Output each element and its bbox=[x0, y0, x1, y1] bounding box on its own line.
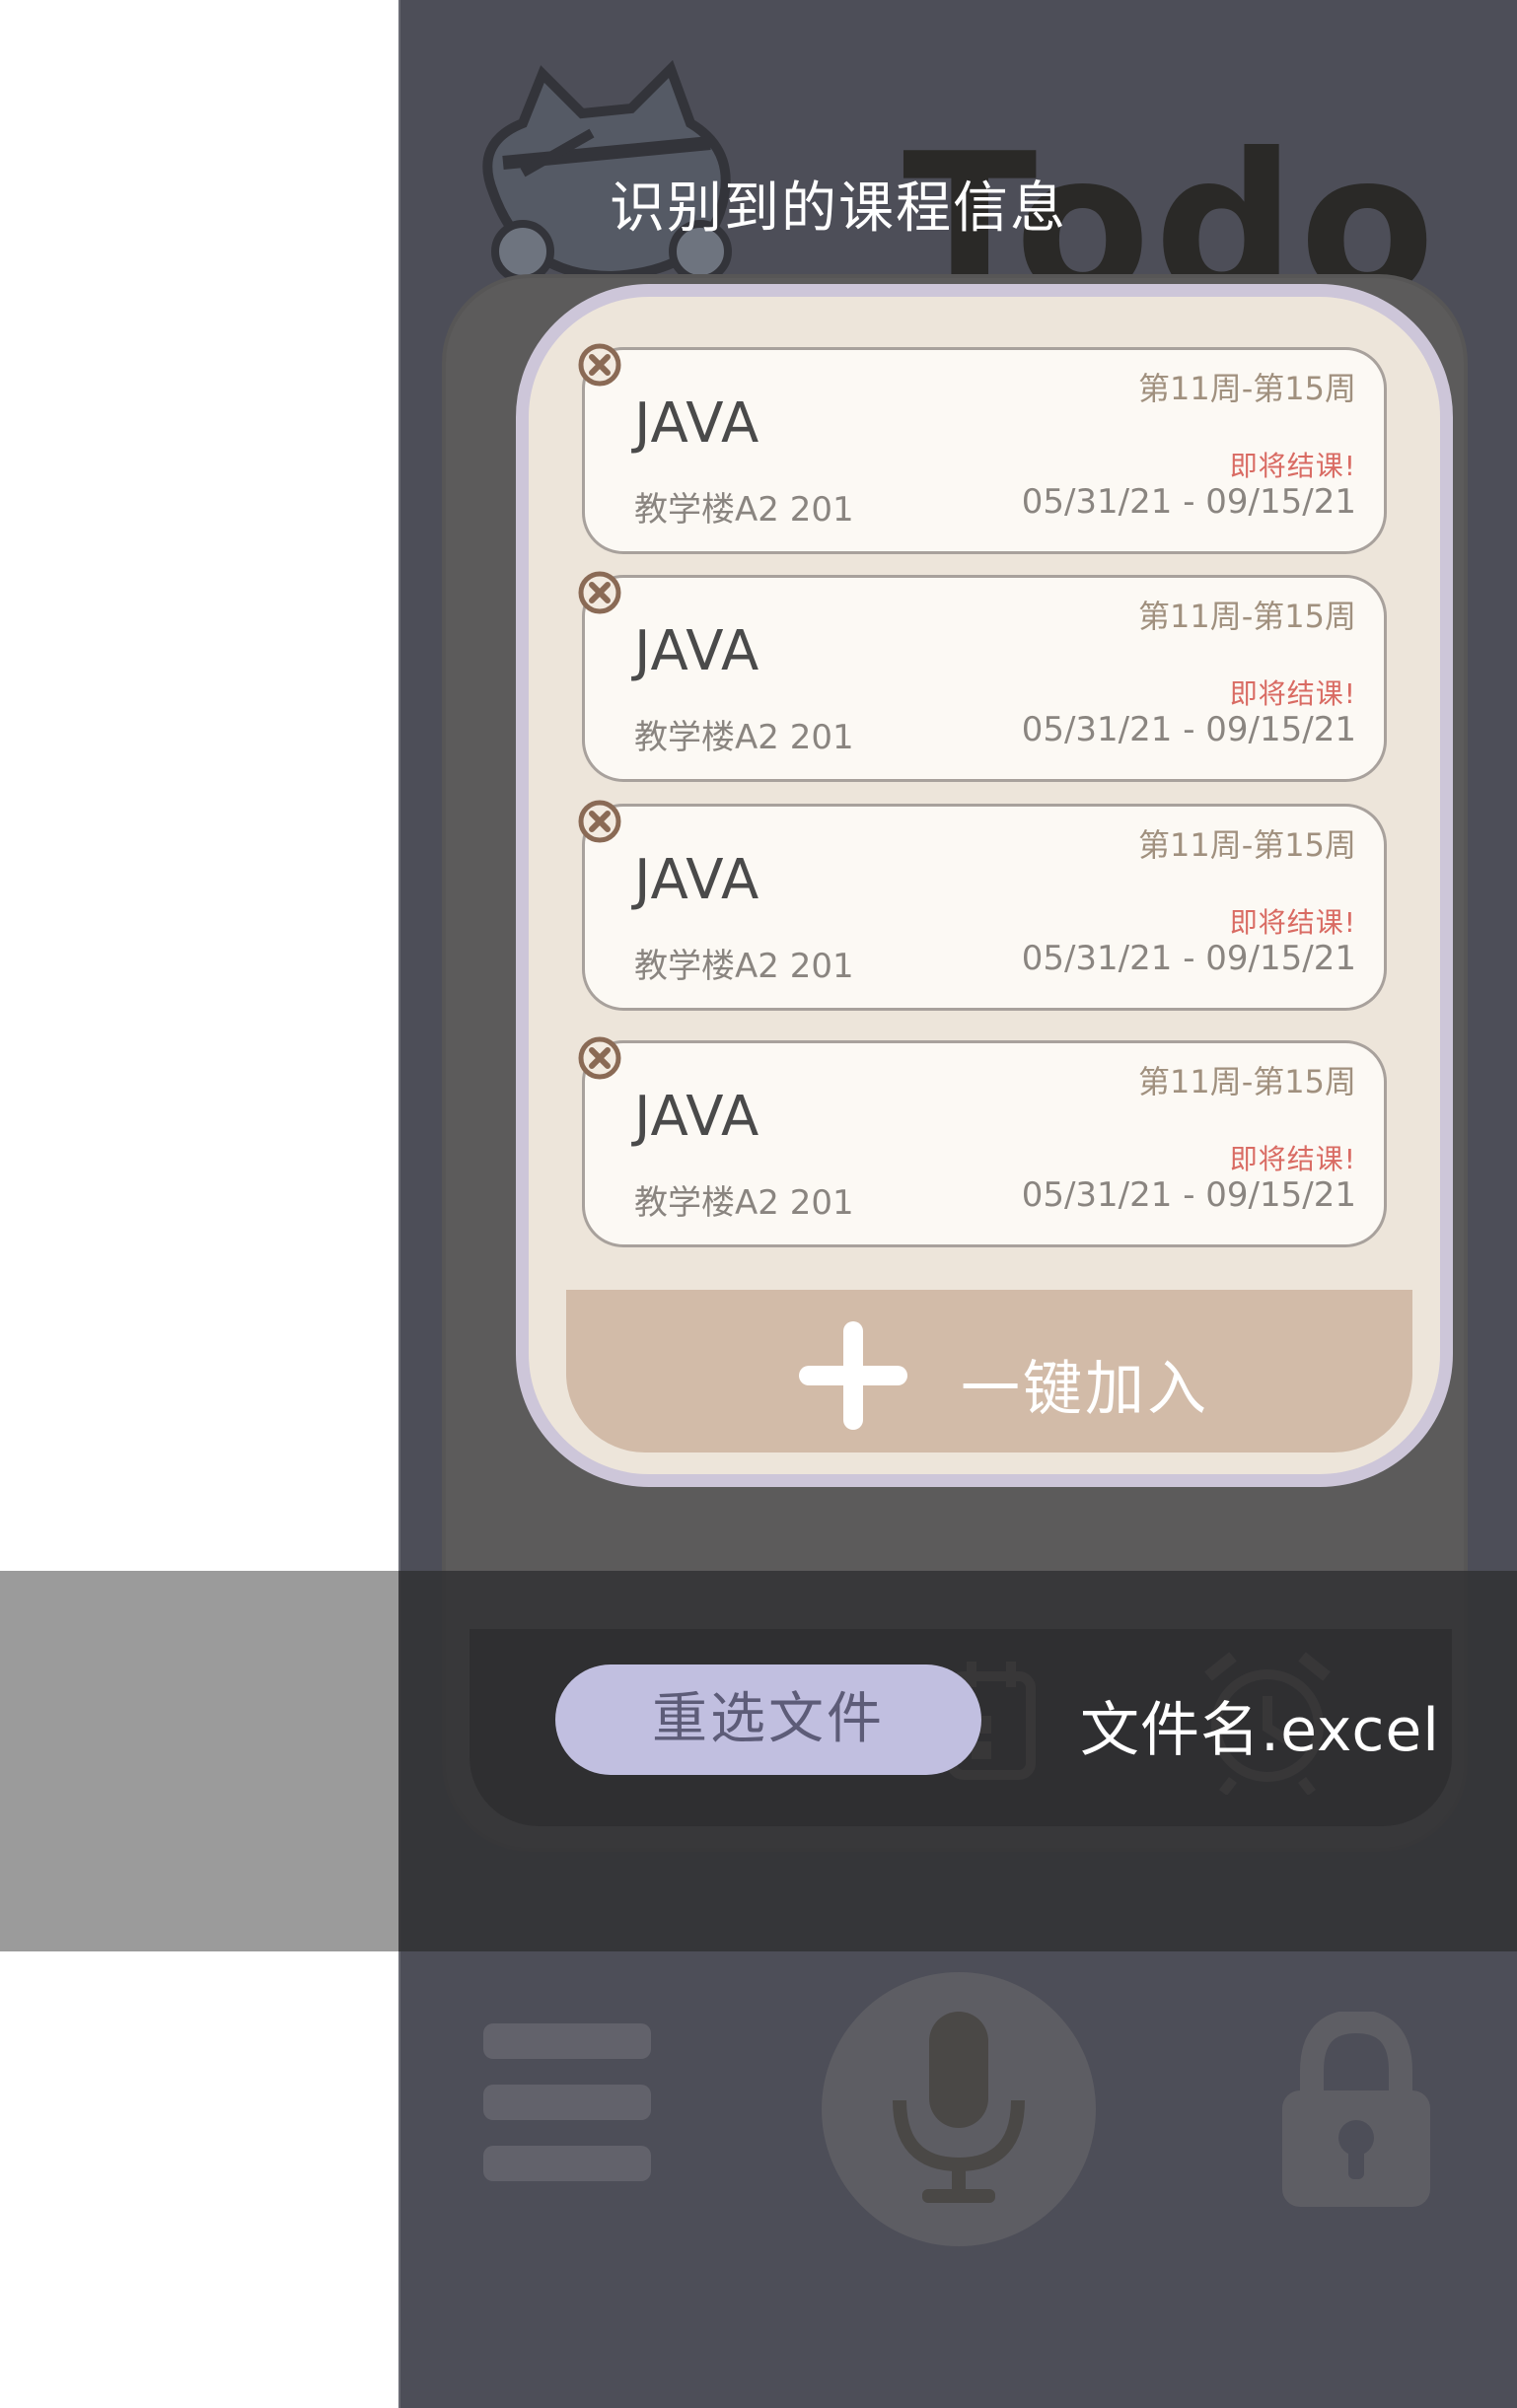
course-weeks: 第11周-第15周 bbox=[1138, 1063, 1356, 1100]
course-weeks: 第11周-第15周 bbox=[1138, 370, 1356, 407]
course-location: 教学楼A2 201 bbox=[634, 490, 854, 530]
microphone-button[interactable] bbox=[822, 1972, 1096, 2246]
close-icon[interactable] bbox=[577, 799, 622, 844]
course-dates: 05/31/21 - 09/15/21 bbox=[1021, 939, 1356, 978]
close-icon[interactable] bbox=[577, 570, 622, 615]
course-ending-warning: 即将结课! bbox=[1229, 677, 1356, 710]
course-card[interactable]: 第11周-第15周 JAVA 即将结课! 教学楼A2 201 05/31/21 … bbox=[578, 1036, 1387, 1247]
course-location: 教学楼A2 201 bbox=[634, 1183, 854, 1223]
close-icon[interactable] bbox=[577, 342, 622, 388]
file-name: 文件名.excel bbox=[1080, 1696, 1440, 1765]
add-all-label: 一键加入 bbox=[961, 1355, 1209, 1424]
course-dates: 05/31/21 - 09/15/21 bbox=[1021, 1175, 1356, 1215]
course-name: JAVA bbox=[634, 619, 760, 683]
course-ending-warning: 即将结课! bbox=[1229, 450, 1356, 482]
menu-icon[interactable] bbox=[483, 2023, 651, 2207]
plus-icon bbox=[799, 1321, 907, 1430]
course-name: JAVA bbox=[634, 391, 760, 456]
course-dates: 05/31/21 - 09/15/21 bbox=[1021, 482, 1356, 522]
reselect-file-button[interactable]: 重选文件 bbox=[555, 1664, 981, 1775]
close-icon[interactable] bbox=[577, 1035, 622, 1081]
course-card[interactable]: 第11周-第15周 JAVA 即将结课! 教学楼A2 201 05/31/21 … bbox=[578, 800, 1387, 1011]
microphone-icon bbox=[893, 2012, 1025, 2203]
lock-icon[interactable] bbox=[1277, 2012, 1435, 2209]
course-dates: 05/31/21 - 09/15/21 bbox=[1021, 710, 1356, 749]
course-card[interactable]: 第11周-第15周 JAVA 即将结课! 教学楼A2 201 05/31/21 … bbox=[578, 571, 1387, 782]
course-ending-warning: 即将结课! bbox=[1229, 906, 1356, 939]
course-location: 教学楼A2 201 bbox=[634, 947, 854, 986]
add-all-button[interactable]: 一键加入 bbox=[566, 1290, 1412, 1452]
course-card[interactable]: 第11周-第15周 JAVA 即将结课! 教学楼A2 201 05/31/21 … bbox=[578, 343, 1387, 554]
course-location: 教学楼A2 201 bbox=[634, 718, 854, 757]
mascot-logo bbox=[482, 59, 732, 283]
course-weeks: 第11周-第15周 bbox=[1138, 826, 1356, 864]
course-name: JAVA bbox=[634, 1085, 760, 1149]
modal-title: 识别到的课程信息 bbox=[610, 177, 1067, 241]
course-name: JAVA bbox=[634, 848, 760, 912]
course-ending-warning: 即将结课! bbox=[1229, 1143, 1356, 1175]
course-weeks: 第11周-第15周 bbox=[1138, 598, 1356, 635]
